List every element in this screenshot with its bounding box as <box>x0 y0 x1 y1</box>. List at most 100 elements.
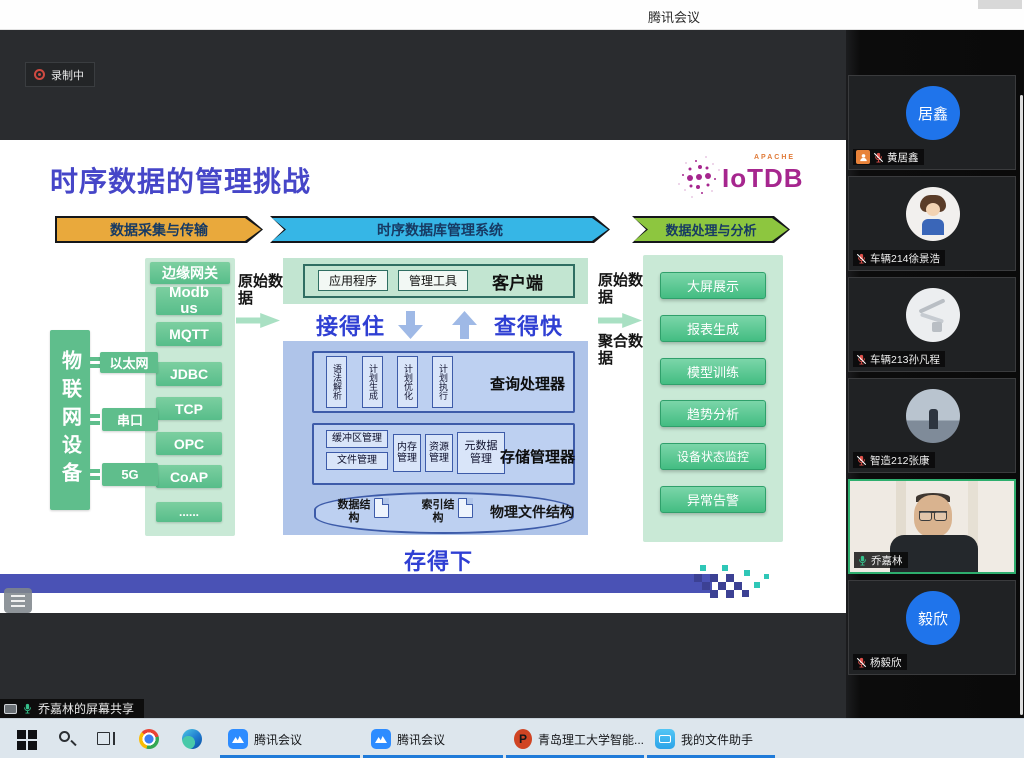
link-connector <box>88 414 100 425</box>
taskbar-app-tencent-meeting-2[interactable]: 腾讯会议 <box>363 719 503 758</box>
link-5g: 5G <box>102 463 158 486</box>
avatar: 毅欣 <box>906 591 960 645</box>
tencent-meeting-icon <box>371 729 391 749</box>
app-model-training: 模型训练 <box>660 358 766 385</box>
participant-name: 车辆213孙凡程 <box>870 352 940 367</box>
client-app-chip: 应用程序 <box>318 270 388 291</box>
link-connector <box>88 357 100 368</box>
muted-mic-icon <box>873 152 884 163</box>
screen-share-banner: 乔嘉林的屏幕共享 <box>0 699 144 718</box>
protocol-mqtt: MQTT <box>156 322 222 346</box>
fs-index-structure: 索引结构 <box>420 499 456 524</box>
protocol-opc: OPC <box>156 432 222 455</box>
presentation-slide: 时序数据的管理挑战 APACHE IoTDB 数据采集与传输 时序数据库管理系统… <box>0 140 846 613</box>
protocol-more: ...... <box>156 502 222 522</box>
storage-manager-label: 存储管理器 <box>500 446 575 467</box>
link-connector <box>88 469 100 480</box>
participant-tile-sunfancheng[interactable]: 车辆213孙凡程 <box>848 277 1016 372</box>
app-trend-analysis: 趋势分析 <box>660 400 766 427</box>
participant-tile-huangjuxin[interactable]: 居鑫 黄居鑫 <box>848 75 1016 170</box>
participant-tile-zhangkang[interactable]: 智造212张康 <box>848 378 1016 473</box>
ingest-word: 接得住 <box>316 309 385 341</box>
sm-buffer: 缓冲区管理 <box>326 430 388 448</box>
avatar-photo <box>906 389 960 443</box>
banner-tsdb-system: 时序数据库管理系统 <box>270 216 610 243</box>
slide-footer-bar <box>0 574 712 593</box>
avatar-cartoon <box>906 187 960 241</box>
meeting-window: 腾讯会议 录制中 时序数据的管理挑战 APACHE IoTDB 数据采集与传输 … <box>0 0 1024 758</box>
participant-name: 车辆214徐景浩 <box>870 251 940 266</box>
participant-name-tag: 乔嘉林 <box>854 552 908 568</box>
agg-data-label: 聚合数据 <box>598 333 644 368</box>
taskbar-app-label: 腾讯会议 <box>397 731 445 748</box>
down-arrow-icon <box>398 311 423 339</box>
app-report: 报表生成 <box>660 315 766 342</box>
edge-icon[interactable] <box>182 729 202 749</box>
muted-mic-icon <box>856 657 867 668</box>
slide-title: 时序数据的管理挑战 <box>50 160 311 200</box>
participant-name: 智造212张康 <box>870 453 930 468</box>
shared-screen-stage: 录制中 时序数据的管理挑战 APACHE IoTDB 数据采集与传输 时序数据库… <box>0 30 846 718</box>
app-device-monitor: 设备状态监控 <box>660 443 766 470</box>
query-word: 查得快 <box>494 309 563 341</box>
muted-mic-icon <box>856 253 867 264</box>
store-word: 存得下 <box>404 544 473 576</box>
taskbar-app-powerpoint[interactable]: P 青岛理工大学智能... <box>506 719 644 758</box>
sm-file: 文件管理 <box>326 452 388 470</box>
powerpoint-icon: P <box>514 729 532 749</box>
member-icon <box>856 150 870 164</box>
qp-module-optimize: 计划优化 <box>397 356 418 408</box>
iotdb-name: IoTDB <box>722 163 804 194</box>
participant-tile-qiaojialin[interactable]: 乔嘉林 <box>848 479 1016 574</box>
participant-name-tag: 车辆213孙凡程 <box>853 351 945 367</box>
document-icon <box>458 498 473 518</box>
monitor-icon <box>4 704 17 714</box>
muted-mic-icon <box>856 455 867 466</box>
qp-module-parse: 语法解析 <box>326 356 347 408</box>
up-arrow-icon <box>452 311 477 339</box>
link-serial: 串口 <box>102 408 158 431</box>
share-banner-text: 乔嘉林的屏幕共享 <box>38 700 134 717</box>
window-controls-stub[interactable] <box>978 0 1022 9</box>
sm-resource: 资源管理 <box>425 434 453 472</box>
gateway-title: 边缘网关 <box>150 262 230 284</box>
fs-data-structure: 数据结构 <box>336 499 372 524</box>
windows-taskbar: 腾讯会议 腾讯会议 P 青岛理工大学智能... 我的文件助手 <box>0 718 1024 758</box>
sidebar-scrollbar[interactable] <box>1020 95 1023 715</box>
participant-name-tag: 杨毅欣 <box>853 654 907 670</box>
start-button[interactable] <box>17 729 37 749</box>
window-title: 腾讯会议 <box>648 7 700 26</box>
muted-mic-icon <box>856 354 867 365</box>
recording-label: 录制中 <box>51 67 84 83</box>
protocol-coap: CoAP <box>156 465 222 488</box>
taskbar-app-tencent-meeting-1[interactable]: 腾讯会议 <box>220 719 360 758</box>
chrome-icon[interactable] <box>139 729 159 749</box>
iotdb-logo: APACHE IoTDB <box>682 154 822 204</box>
link-ethernet: 以太网 <box>100 352 158 373</box>
protocol-modbus: Modbus <box>156 287 222 315</box>
search-icon[interactable] <box>57 729 77 749</box>
taskbar-app-label: 我的文件助手 <box>681 731 753 748</box>
task-view-icon[interactable] <box>95 729 115 749</box>
app-dashboard: 大屏展示 <box>660 272 766 299</box>
qp-module-execute: 计划执行 <box>432 356 453 408</box>
tencent-meeting-icon <box>228 729 248 749</box>
banner-data-collection: 数据采集与传输 <box>55 216 263 243</box>
sm-metadata: 元数据管理 <box>457 432 505 474</box>
iot-devices-box: 物联网设备 <box>50 330 90 510</box>
participant-tile-xujinghao[interactable]: 车辆214徐景浩 <box>848 176 1016 271</box>
protocol-jdbc: JDBC <box>156 362 222 386</box>
taskbar-app-file-assistant[interactable]: 我的文件助手 <box>647 719 775 758</box>
banner-data-analysis: 数据处理与分析 <box>632 216 790 243</box>
client-tool-chip: 管理工具 <box>398 270 468 291</box>
participant-name: 黄居鑫 <box>887 150 919 165</box>
raw-data-label-left: 原始数据 <box>238 273 284 308</box>
participant-sidebar: 居鑫 黄居鑫 车辆214徐景浩 <box>846 30 1024 718</box>
annotation-toolbar-handle[interactable] <box>4 588 32 613</box>
list-lines-icon <box>11 595 25 597</box>
participant-tile-yangyixin[interactable]: 毅欣 杨毅欣 <box>848 580 1016 675</box>
recording-badge[interactable]: 录制中 <box>25 62 95 87</box>
app-alert: 异常告警 <box>660 486 766 513</box>
client-label: 客户端 <box>492 269 543 294</box>
taskbar-app-label: 腾讯会议 <box>254 731 302 748</box>
